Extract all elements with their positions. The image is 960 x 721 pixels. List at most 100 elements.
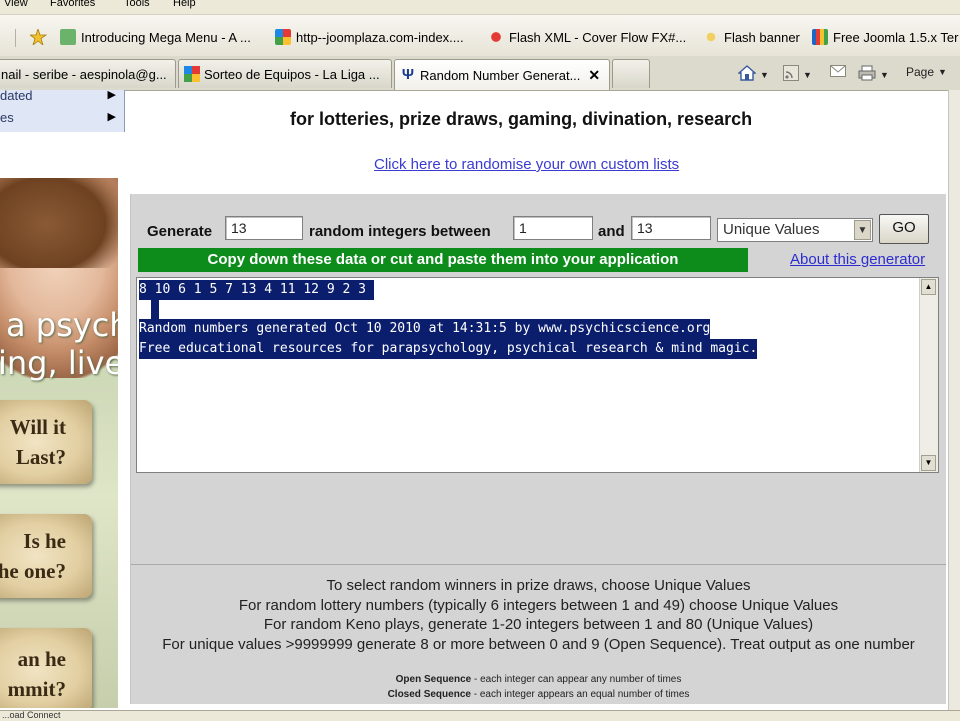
scroll-text: mmit? xyxy=(7,677,66,701)
scroll-text: he one? xyxy=(0,559,66,583)
tab-sorteo[interactable]: Sorteo de Equipos - La Liga ... xyxy=(178,59,392,88)
arrow-right-icon: ▶ xyxy=(107,89,116,101)
ad-headline-1: a psychic xyxy=(6,306,118,344)
menu-help[interactable]: Help xyxy=(173,0,196,9)
favorites-bar: Introducing Mega Menu - A ... http--joom… xyxy=(0,15,960,57)
printer-icon xyxy=(858,65,876,84)
add-favorite-button[interactable] xyxy=(28,27,51,47)
tab-label: nail - seribe - aespinola@g... xyxy=(1,66,167,82)
tab-bar: nail - seribe - aespinola@g... Sorteo de… xyxy=(0,56,960,91)
tab-mail[interactable]: nail - seribe - aespinola@g... xyxy=(0,59,176,88)
separator xyxy=(15,29,16,47)
ad-scroll-will-it-last[interactable]: Will it Last? xyxy=(0,400,92,484)
favorite-label: Introducing Mega Menu - A ... xyxy=(81,29,251,45)
and-label: and xyxy=(598,223,625,240)
mail-button[interactable] xyxy=(830,65,846,80)
output-line-blank xyxy=(151,300,159,320)
menu-bar: View Favorites Tools Help xyxy=(0,0,960,15)
open-sequence-desc: - each integer can appear any number of … xyxy=(471,674,682,685)
books-icon xyxy=(812,29,828,45)
about-generator-link[interactable]: About this generator xyxy=(790,251,925,268)
favorite-label: Free Joomla 1.5.x Ter xyxy=(833,29,959,45)
favorite-flash-xml[interactable]: Flash XML - Cover Flow FX#... xyxy=(488,28,693,46)
menu-favorites[interactable]: Favorites xyxy=(50,0,95,9)
status-bar: ...oad Connect xyxy=(0,710,960,721)
chevron-down-icon: ▼ xyxy=(938,67,947,77)
feeds-button[interactable]: ▼ xyxy=(783,65,812,84)
left-menu-label: es xyxy=(0,110,14,125)
chevron-down-icon[interactable]: ▼ xyxy=(854,220,871,240)
scroll-text: Last? xyxy=(15,445,66,469)
favorite-label: Flash XML - Cover Flow FX#... xyxy=(509,29,687,45)
ad-scroll-is-he-the-one[interactable]: Is he he one? xyxy=(0,514,92,598)
count-input[interactable]: 13 xyxy=(225,216,303,240)
psychic-ad-banner[interactable]: a psychic ing, live! Will it Last? Is he… xyxy=(0,178,118,708)
page-tagline: for lotteries, prize draws, gaming, divi… xyxy=(290,109,753,129)
psi-icon: Ψ xyxy=(401,66,415,83)
open-sequence-label: Open Sequence xyxy=(395,674,472,685)
left-nav-menu: dated ▶ es ▶ xyxy=(0,88,125,132)
favorite-flash-banner[interactable]: Flash banner xyxy=(703,28,803,46)
favorite-mega-menu[interactable]: Introducing Mega Menu - A ... xyxy=(60,28,265,46)
copy-instructions-banner: Copy down these data or cut and paste th… xyxy=(138,248,748,272)
home-button[interactable]: ▼ xyxy=(737,65,769,84)
joomla-icon xyxy=(184,66,200,82)
left-menu-item[interactable]: es ▶ xyxy=(0,110,124,130)
tab-random-number[interactable]: Ψ Random Number Generat... ✕ xyxy=(394,59,610,90)
woman-hair-image xyxy=(0,178,118,268)
print-button[interactable]: ▼ xyxy=(858,65,889,84)
scroll-text: Is he xyxy=(23,529,66,553)
tab-label: Sorteo de Equipos - La Liga ... xyxy=(204,66,380,82)
page-icon xyxy=(60,29,76,45)
mode-select[interactable]: Unique Values ▼ xyxy=(717,218,873,242)
page-menu-button[interactable]: Page ▼ xyxy=(906,65,947,79)
home-icon xyxy=(737,65,757,84)
favorite-joomplaza[interactable]: http--joomplaza.com-index.... xyxy=(275,28,480,46)
menu-tools[interactable]: Tools xyxy=(124,0,150,9)
chevron-down-icon: ▼ xyxy=(880,69,889,80)
flash-icon xyxy=(488,29,504,45)
info-line: For random lottery numbers (typically 6 … xyxy=(238,597,839,614)
ad-scroll-can-he-commit[interactable]: an he mmit? xyxy=(0,628,92,708)
status-text: ...oad Connect xyxy=(2,710,61,720)
mail-icon xyxy=(830,65,846,80)
favorite-free-joomla[interactable]: Free Joomla 1.5.x Ter xyxy=(812,28,960,46)
left-menu-item[interactable]: dated ▶ xyxy=(0,88,124,108)
generator-panel: Generate 13 random integers between 1 an… xyxy=(130,194,946,704)
flash-icon xyxy=(703,29,719,45)
tab-label: Random Number Generat... xyxy=(420,67,581,83)
left-menu-label: dated xyxy=(0,88,33,103)
rss-icon xyxy=(783,65,799,84)
scroll-up-icon[interactable]: ▲ xyxy=(921,279,936,295)
ad-headline-2: ing, live! xyxy=(0,344,118,382)
closed-sequence-desc: - each integer appears an equal number o… xyxy=(470,689,690,700)
page-scrollbar[interactable] xyxy=(948,90,960,710)
generate-label: Generate xyxy=(147,223,213,240)
custom-lists-link[interactable]: Click here to randomise your own custom … xyxy=(374,156,679,173)
between-label: random integers between xyxy=(309,223,491,240)
output-scrollbar[interactable]: ▲ ▼ xyxy=(919,278,938,472)
page-menu-label: Page xyxy=(906,65,935,79)
scroll-down-icon[interactable]: ▼ xyxy=(921,455,936,471)
menu-view[interactable]: View xyxy=(4,0,28,9)
favorite-label: Flash banner xyxy=(724,29,800,45)
scroll-text: Will it xyxy=(9,415,66,439)
min-input[interactable]: 1 xyxy=(513,216,593,240)
chevron-down-icon: ▼ xyxy=(803,69,812,80)
arrow-right-icon: ▶ xyxy=(107,111,116,123)
new-tab-button[interactable] xyxy=(612,59,650,88)
star-icon xyxy=(28,27,48,47)
go-button[interactable]: GO xyxy=(879,214,929,244)
favorite-label: http--joomplaza.com-index.... xyxy=(296,29,464,45)
output-textarea[interactable]: 8 10 6 1 5 7 13 4 11 12 9 2 3 Random num… xyxy=(136,277,939,473)
info-line: For unique values >9999999 generate 8 or… xyxy=(162,636,915,653)
output-line-timestamp: Random numbers generated Oct 10 2010 at … xyxy=(139,319,711,339)
info-line: For random Keno plays, generate 1-20 int… xyxy=(263,616,814,633)
joomla-icon xyxy=(275,29,291,45)
closed-sequence-note: Closed Sequence - each integer appears a… xyxy=(131,689,946,700)
chevron-down-icon: ▼ xyxy=(760,69,769,80)
mode-select-value: Unique Values xyxy=(723,221,820,238)
max-input[interactable]: 13 xyxy=(631,216,711,240)
open-sequence-note: Open Sequence - each integer can appear … xyxy=(131,674,946,685)
close-tab-icon[interactable]: ✕ xyxy=(588,67,600,84)
